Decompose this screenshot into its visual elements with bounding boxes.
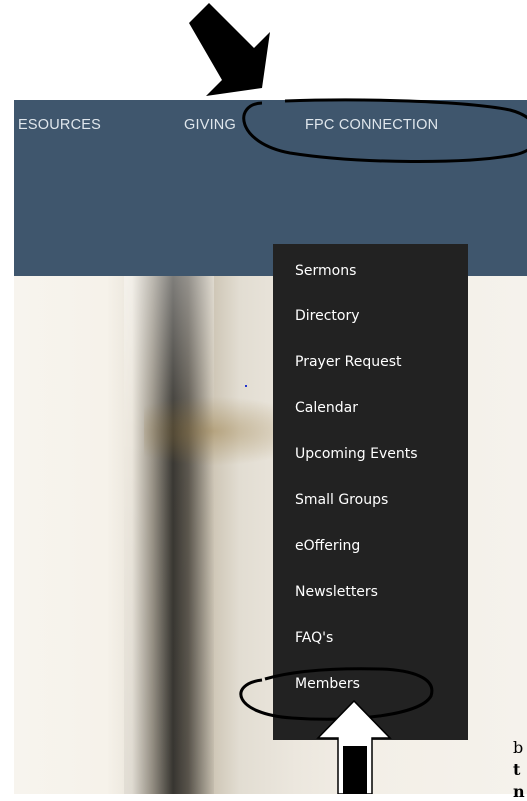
annotation-overlay — [189, 3, 527, 794]
arrow-down-right-icon — [189, 3, 270, 96]
fpc-connection-highlight-ellipse — [242, 98, 527, 163]
members-highlight-ellipse — [239, 667, 434, 721]
